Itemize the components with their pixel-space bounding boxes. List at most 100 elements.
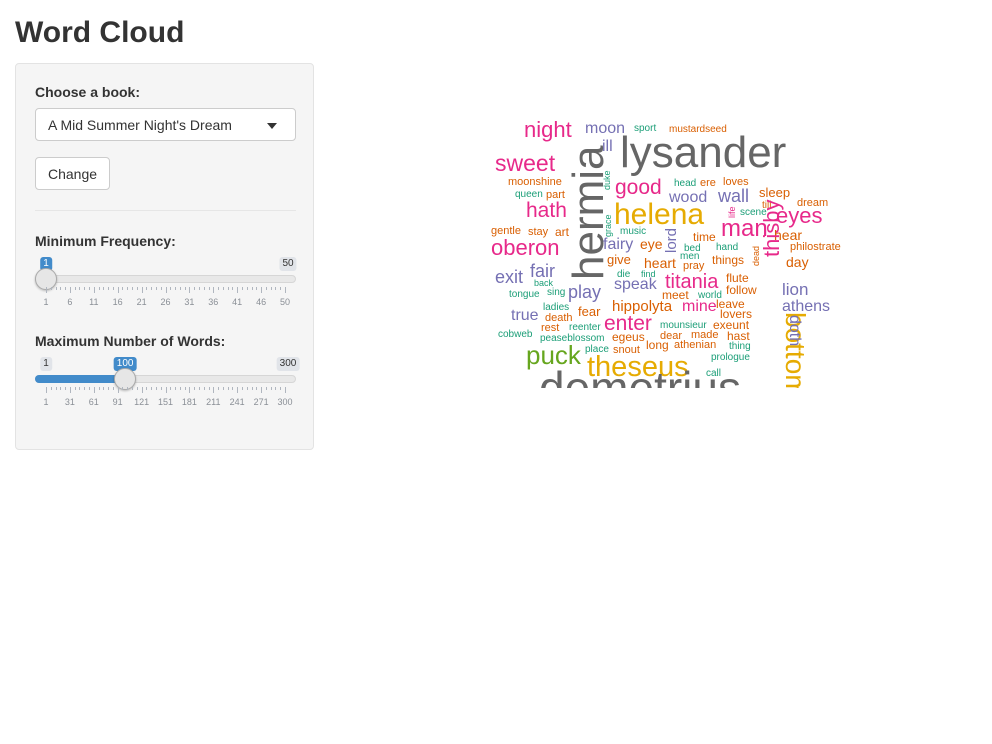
cloud-word: duke bbox=[602, 170, 612, 190]
slider-tick bbox=[275, 287, 277, 290]
slider-tick bbox=[108, 387, 110, 390]
slider-tick bbox=[280, 287, 282, 290]
slider-ticks bbox=[35, 387, 296, 395]
slider-tick bbox=[285, 287, 286, 293]
slider-tick-label: 11 bbox=[89, 297, 99, 307]
word-cloud-canvas: night moon sport mustardseedlysandersweetil… bbox=[491, 117, 841, 388]
slider-tick bbox=[237, 387, 239, 393]
slider-tick bbox=[60, 287, 62, 290]
slider-tick-label: 1 bbox=[43, 397, 49, 407]
cloud-word: wall bbox=[717, 186, 749, 206]
book-select-value: A Mid Summer Night's Dream bbox=[48, 117, 232, 133]
min-frequency-slider[interactable]: 1 50 1 16111621263136414650 bbox=[35, 257, 297, 321]
slider-tick bbox=[98, 287, 100, 290]
slider-tick bbox=[194, 387, 196, 390]
slider-tick bbox=[165, 287, 167, 293]
cloud-word: hermia bbox=[564, 145, 613, 280]
word-cloud: night moon sport mustardseed lysander sweet il… bbox=[486, 112, 858, 388]
slider-tick bbox=[270, 287, 272, 290]
slider-tick-label: 151 bbox=[157, 397, 174, 407]
cloud-word: eye bbox=[640, 236, 663, 252]
slider-tick bbox=[93, 287, 95, 293]
slider-tick bbox=[160, 387, 162, 390]
cloud-word: day bbox=[786, 254, 809, 270]
cloud-word: hath bbox=[526, 199, 567, 222]
slider-tick-label: 121 bbox=[134, 397, 150, 407]
slider-tick-label: 6 bbox=[67, 297, 73, 307]
slider-tick bbox=[79, 387, 81, 390]
slider-tick bbox=[89, 287, 91, 290]
slider-tick bbox=[170, 287, 172, 290]
cloud-word: hand bbox=[716, 242, 738, 253]
slider-tick bbox=[136, 287, 138, 290]
cloud-word: athenian bbox=[674, 339, 716, 351]
slider-tick bbox=[203, 387, 205, 390]
book-select-label: Choose a book: bbox=[35, 84, 141, 100]
slider-tick-label: 36 bbox=[208, 297, 219, 307]
cloud-word: philostrate bbox=[790, 241, 841, 253]
slider-tick bbox=[151, 287, 153, 290]
slider-tick-label: 1 bbox=[43, 297, 49, 307]
page-title: Word Cloud bbox=[15, 16, 185, 49]
cloud-word: oberon bbox=[491, 235, 560, 260]
slider-tick-label: 31 bbox=[64, 397, 75, 407]
slider-track[interactable] bbox=[35, 275, 296, 283]
cloud-word: ere bbox=[700, 177, 716, 189]
slider-tick bbox=[261, 387, 263, 393]
cloud-word: lysander bbox=[620, 128, 786, 177]
slider-tick-label: 241 bbox=[229, 397, 245, 407]
slider-tick bbox=[222, 287, 224, 290]
cloud-word: sleep bbox=[759, 185, 790, 200]
slider-tick-label: 16 bbox=[112, 297, 123, 307]
slider-tick bbox=[65, 387, 67, 390]
cloud-word: tongue bbox=[509, 289, 540, 300]
slider-tick bbox=[241, 287, 243, 290]
slider-tick bbox=[89, 387, 91, 390]
slider-tick bbox=[103, 287, 105, 290]
slider-tick bbox=[55, 287, 57, 290]
slider-tick bbox=[241, 387, 243, 390]
slider-tick bbox=[93, 387, 95, 393]
max-words-slider[interactable]: 1 300 100 1 31 61 91 121 151 181 211 241 271 300 bbox=[35, 357, 300, 421]
book-select[interactable]: A Mid Summer Night's Dream bbox=[35, 108, 296, 141]
slider-tick bbox=[74, 387, 76, 390]
sidebar-panel: Choose a book: A Mid Summer Night's Drea… bbox=[15, 63, 314, 450]
cloud-word: reenter bbox=[569, 322, 601, 333]
cloud-word: long bbox=[646, 338, 669, 352]
slider-tick bbox=[136, 387, 138, 390]
slider-tick bbox=[184, 387, 186, 390]
slider-tick bbox=[112, 387, 114, 390]
slider-tick bbox=[103, 387, 105, 390]
slider-tick-label: 91 bbox=[112, 397, 123, 407]
slider-tick bbox=[232, 387, 234, 390]
slider-tick-label: 31 bbox=[184, 297, 195, 307]
change-button[interactable]: Change bbox=[35, 157, 110, 190]
chevron-down-icon bbox=[267, 123, 277, 129]
slider-tick bbox=[132, 287, 134, 290]
slider-tick bbox=[50, 287, 52, 290]
cloud-word: true bbox=[511, 307, 539, 324]
slider-fill bbox=[35, 375, 126, 383]
slider-tick bbox=[146, 287, 148, 290]
slider-tick bbox=[265, 287, 267, 290]
slider-tick-labels: 1 31 61 91 121 151 181 211 241 271 300 bbox=[35, 397, 296, 407]
slider-tick bbox=[151, 387, 153, 390]
slider-tick bbox=[213, 287, 215, 293]
slider-tick bbox=[237, 287, 239, 293]
slider-tick bbox=[246, 287, 248, 290]
slider-tick bbox=[146, 387, 148, 390]
slider-tick bbox=[84, 287, 86, 290]
slider-tick-labels: 1 6 11 16 21 26 31 36 41 46 50 bbox=[35, 297, 296, 307]
slider-tick bbox=[98, 387, 100, 390]
cloud-word: doth bbox=[786, 315, 803, 346]
slider-tick-label: 300 bbox=[277, 397, 293, 407]
slider-tick bbox=[227, 387, 229, 390]
slider-tick bbox=[108, 287, 110, 290]
slider-tick bbox=[117, 287, 119, 293]
slider-tick bbox=[84, 387, 86, 390]
cloud-word: cobweb bbox=[498, 329, 533, 340]
slider-tick bbox=[60, 387, 62, 390]
slider-tick bbox=[155, 387, 157, 390]
slider-ticks bbox=[35, 287, 296, 295]
slider-tick bbox=[122, 287, 124, 290]
